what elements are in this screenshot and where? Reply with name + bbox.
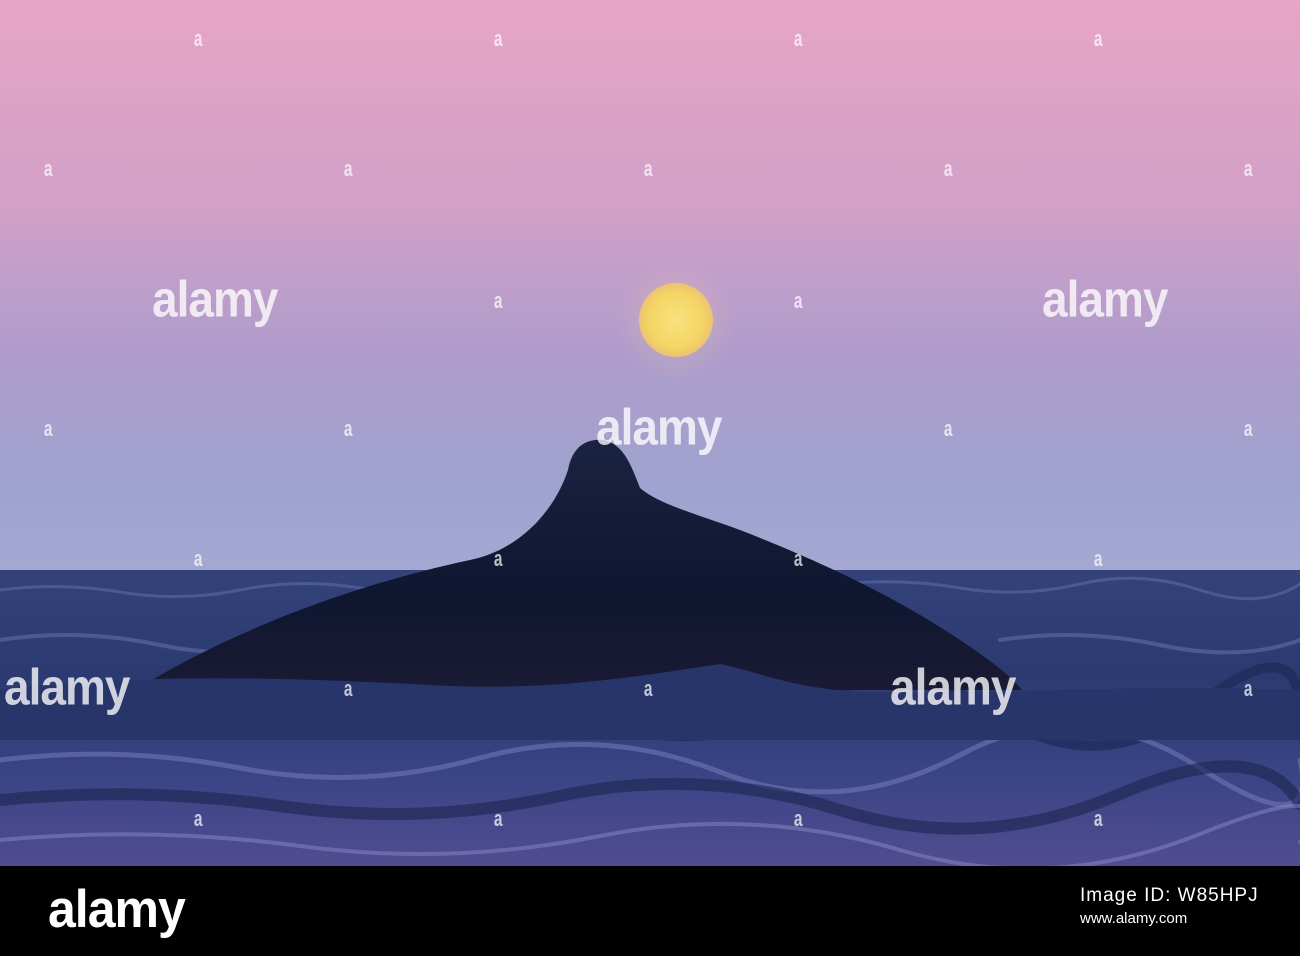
watermark-mark: a	[193, 806, 203, 831]
footer-bar: alamy Image ID: W85HPJ www.alamy.com	[0, 866, 1300, 956]
watermark-mark: a	[343, 156, 353, 181]
watermark-mark: a	[1093, 806, 1103, 831]
watermark-mark: a	[493, 26, 503, 51]
watermark-mark: a	[493, 288, 503, 313]
photo: a a a a a a a a a alamy a a alamy a a al…	[0, 0, 1300, 866]
image-info: Image ID: W85HPJ www.alamy.com	[1080, 884, 1259, 928]
watermark-mark: a	[493, 546, 503, 571]
watermark-mark: a	[193, 26, 203, 51]
watermark-mark: a	[643, 676, 653, 701]
watermark-mark: a	[1093, 26, 1103, 51]
watermark-logo: alamy	[152, 270, 278, 328]
watermark-logo: alamy	[596, 398, 722, 456]
watermark-mark: a	[643, 156, 653, 181]
watermark-logo: alamy	[4, 658, 130, 716]
site-url[interactable]: www.alamy.com	[1080, 909, 1259, 929]
watermark-mark: a	[193, 546, 203, 571]
footer-logo[interactable]: alamy	[48, 883, 186, 936]
watermark-mark: a	[493, 806, 503, 831]
watermark-mark: a	[1243, 416, 1253, 441]
watermark-mark: a	[793, 546, 803, 571]
watermark-mark: a	[793, 26, 803, 51]
watermark-mark: a	[1243, 156, 1253, 181]
watermark-logo: alamy	[890, 658, 1016, 716]
watermark-mark: a	[943, 156, 953, 181]
watermark-mark: a	[1243, 676, 1253, 701]
image-id: Image ID: W85HPJ	[1080, 885, 1259, 906]
watermark-logo: alamy	[1042, 270, 1168, 328]
watermark-mark: a	[793, 288, 803, 313]
watermark-mark: a	[943, 416, 953, 441]
watermark-mark: a	[43, 416, 53, 441]
moon	[639, 283, 713, 357]
watermark-mark: a	[43, 156, 53, 181]
watermark-mark: a	[343, 676, 353, 701]
watermark-mark: a	[1093, 546, 1103, 571]
watermark-mark: a	[793, 806, 803, 831]
watermark-mark: a	[343, 416, 353, 441]
